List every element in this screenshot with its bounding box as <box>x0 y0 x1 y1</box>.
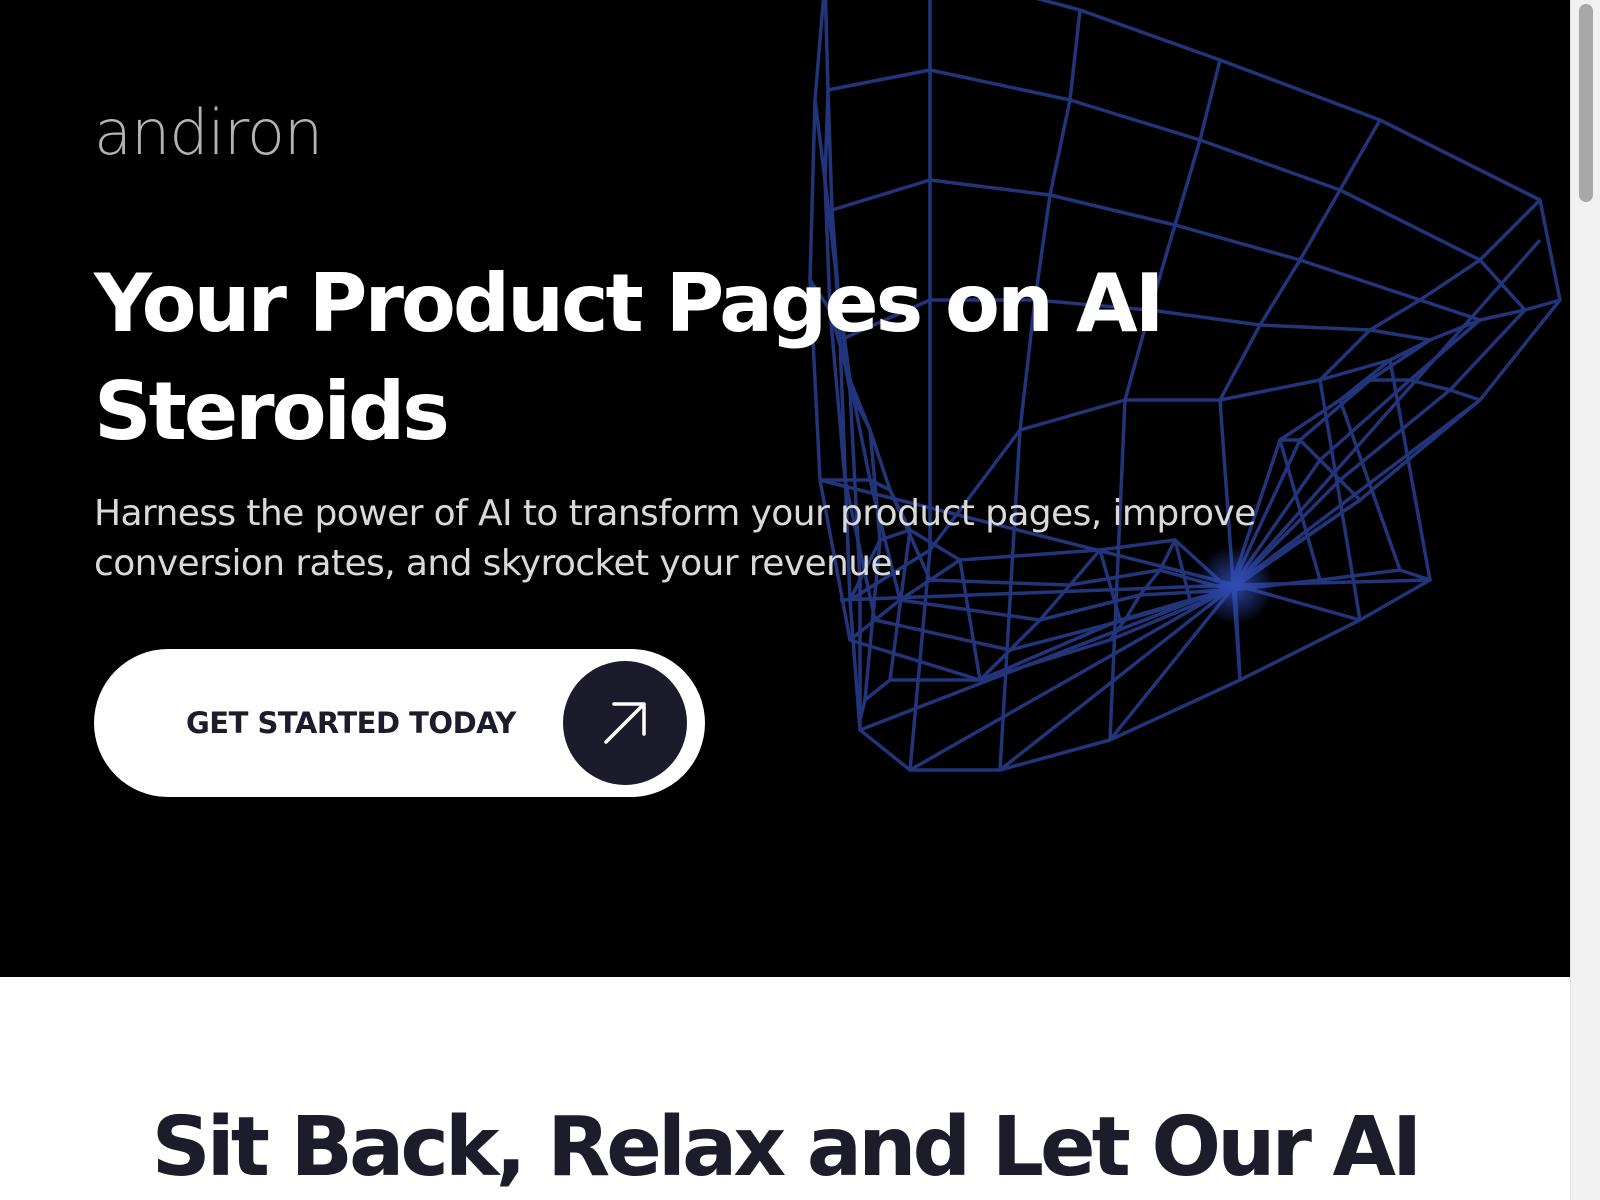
scrollbar-thumb[interactable] <box>1579 4 1593 202</box>
hero-subtitle: Harness the power of AI to transform you… <box>94 493 1256 584</box>
get-started-button[interactable]: GET STARTED TODAY <box>94 649 705 797</box>
page-scrollbar[interactable] <box>1570 0 1600 1200</box>
arrow-up-right-icon <box>563 661 687 785</box>
hero-title: Your Product Pages on AI Steroids <box>94 257 1165 458</box>
hero-section: andiron Your Product Pages on AI Steroid… <box>0 0 1570 977</box>
get-started-label: GET STARTED TODAY <box>186 706 516 740</box>
brand-logo[interactable]: andiron <box>94 102 323 164</box>
page-viewport: andiron Your Product Pages on AI Steroid… <box>0 0 1570 1200</box>
section-heading: Sit Back, Relax and Let Our AI <box>151 1100 1423 1195</box>
